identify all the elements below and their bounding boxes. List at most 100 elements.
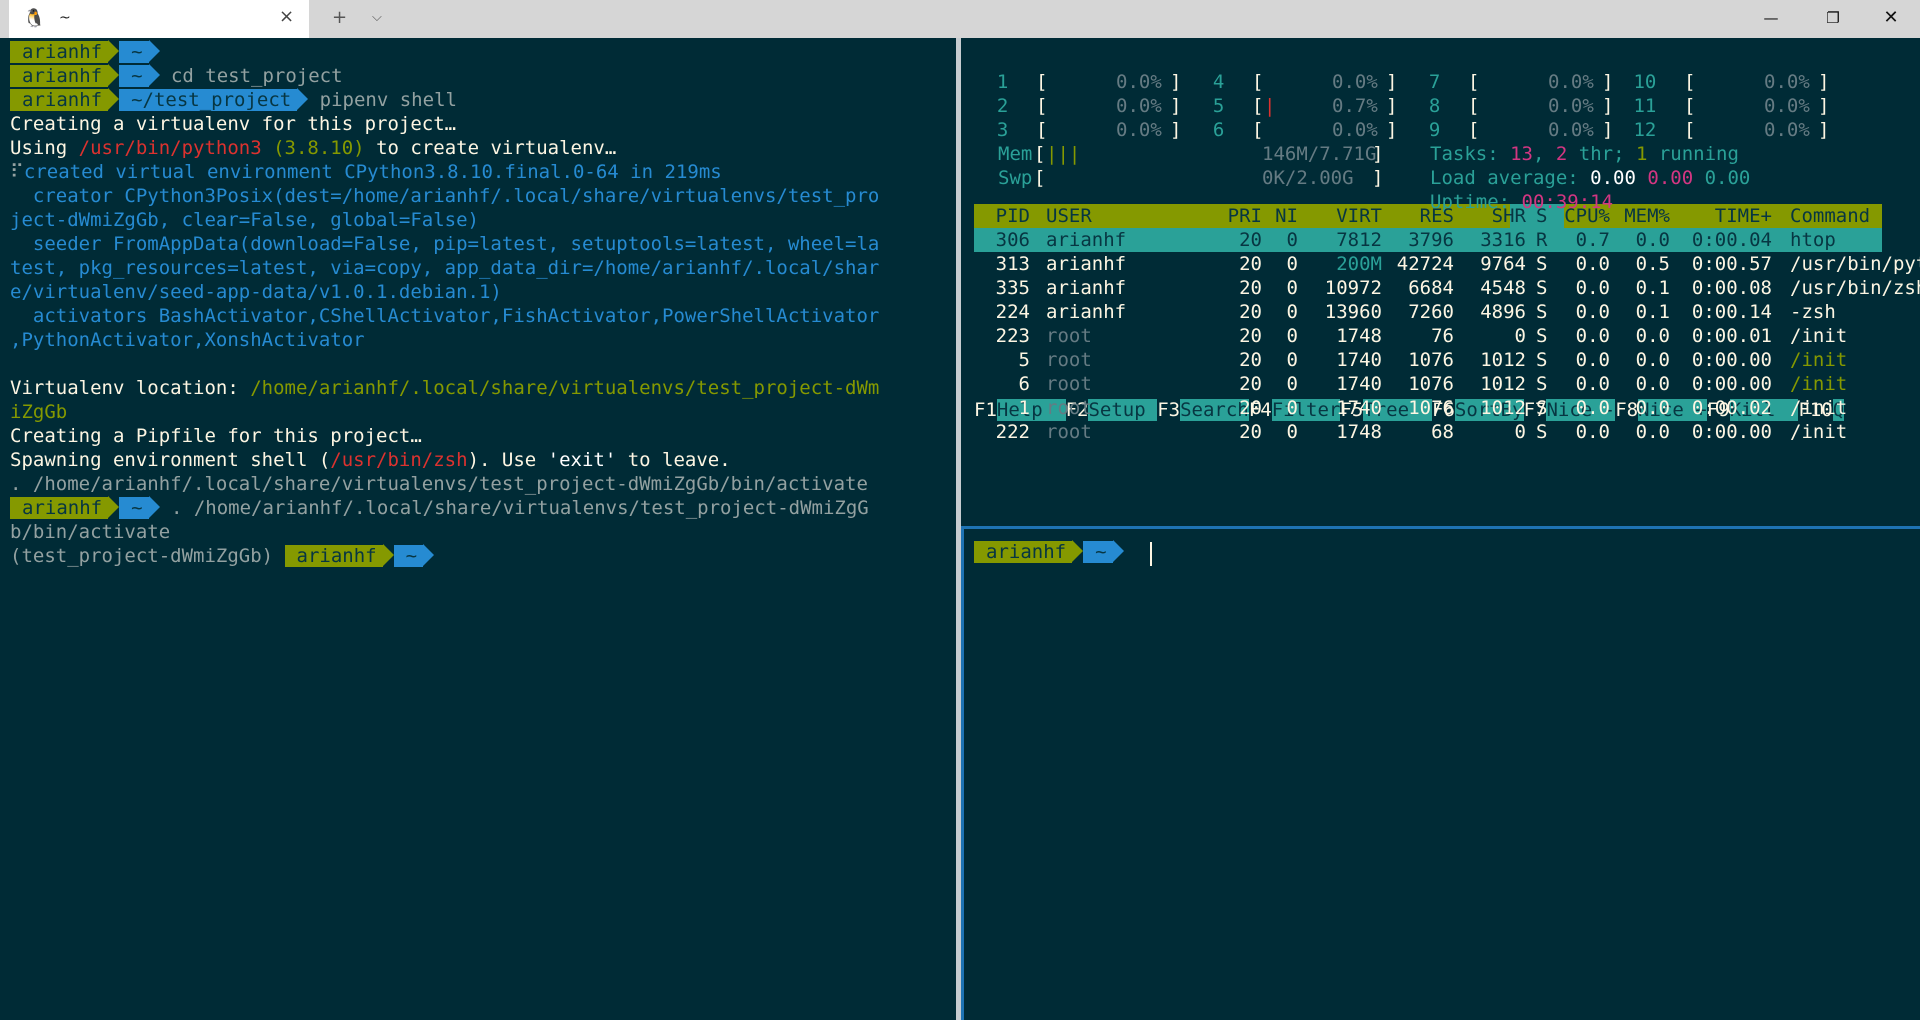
cpu-bracket-open: [	[1036, 71, 1048, 93]
restore-icon[interactable]: ❐	[1810, 0, 1856, 36]
process-cell: 306	[995, 229, 1030, 251]
cpu-percent: 0.0%	[1332, 119, 1378, 141]
process-cell: 7260	[1408, 301, 1454, 323]
process-cell: 0.0	[1575, 253, 1610, 275]
process-cell: 0.0	[1575, 349, 1610, 371]
cpu-number: 8	[1406, 95, 1441, 117]
swp-bracket-close: ]	[1372, 167, 1384, 189]
prompt-user: arianhf	[10, 65, 109, 87]
output-text: (3.8.10)	[261, 137, 365, 159]
function-key-label: Filter	[1271, 399, 1341, 421]
process-cell: /init	[1790, 397, 1848, 419]
process-cell: /init	[1790, 325, 1848, 347]
output-text: ,PythonActivator,XonshActivator	[10, 329, 365, 351]
process-cell: 20	[1239, 253, 1262, 275]
process-cell: arianhf	[1046, 229, 1127, 251]
bottom-terminal-pane[interactable]: arianhf ~	[964, 532, 1920, 1020]
terminal-line: test, pkg_resources=latest, via=copy, ap…	[10, 256, 879, 280]
process-cell: R	[1536, 229, 1548, 251]
htop-pane[interactable]: 1[0.0%] 2[0.0%] 3[0.0%] 4[0.0%] 5[| 0.7%]…	[964, 38, 1920, 526]
prompt-dir: ~	[119, 65, 149, 87]
column-header: S	[1536, 205, 1548, 227]
close-window-icon[interactable]: ✕	[1868, 0, 1914, 36]
process-cell: 0	[1514, 325, 1526, 347]
terminal-line: ⠏created virtual environment CPython3.8.…	[10, 160, 722, 184]
cpu-bracket-open: [	[1252, 95, 1264, 117]
function-key[interactable]: F3Search	[1157, 398, 1249, 422]
terminal-tab[interactable]: 🐧 ~ ×	[9, 0, 309, 38]
prompt-arrow	[148, 40, 160, 62]
title-bar: 🐧 ~ × + ⌵ — ❐ ✕	[0, 0, 1920, 38]
process-cell: 20	[1239, 229, 1262, 251]
close-tab-icon[interactable]: ×	[279, 6, 294, 27]
process-cell: 0.5	[1635, 253, 1670, 275]
new-tab-plus-icon[interactable]: +	[332, 5, 347, 31]
prompt-arrow	[148, 64, 160, 86]
process-cell: 0.7	[1575, 229, 1610, 251]
process-cell: S	[1536, 397, 1548, 419]
cpu-bracket-close: ]	[1602, 95, 1614, 117]
output-text: ). Use	[467, 449, 548, 471]
process-cell: 0.0	[1575, 301, 1610, 323]
cpu-bracket-close: ]	[1386, 95, 1398, 117]
process-cell: S	[1536, 277, 1548, 299]
process-cell: root	[1046, 373, 1092, 395]
cpu-number: 5	[1190, 95, 1225, 117]
cpu-number: 9	[1406, 119, 1441, 141]
column-header: Command	[1790, 205, 1871, 227]
tasks-count: 13	[1510, 143, 1533, 165]
cpu-bracket-close: ]	[1818, 119, 1830, 141]
minimize-icon[interactable]: —	[1748, 0, 1794, 36]
output-text: test, pkg_resources=latest, via=copy, ap…	[10, 257, 880, 279]
process-cell: 1076	[1408, 397, 1454, 419]
prompt-dir: ~	[119, 497, 149, 519]
swp-label: Swp	[998, 167, 1033, 189]
process-cell: 20	[1239, 277, 1262, 299]
terminal-line: e/virtualenv/seed-app-data/v1.0.1.debian…	[10, 280, 502, 304]
prompt-dir: ~	[119, 41, 149, 63]
cpu-percent: 0.0%	[1548, 71, 1594, 93]
process-cell: 1748	[1336, 325, 1382, 347]
column-header: CPU%	[1564, 205, 1610, 227]
process-cell: 5	[1018, 349, 1030, 371]
process-cell: 4896	[1480, 301, 1526, 323]
cpu-number: 7	[1406, 71, 1441, 93]
process-cell: 0:00.08	[1691, 277, 1772, 299]
terminal-line: (test_project-dWmiZgGb) arianhf ~	[10, 544, 435, 568]
process-cell: S	[1536, 301, 1548, 323]
prompt-user: arianhf	[974, 541, 1073, 563]
cpu-bracket-open: [	[1468, 71, 1480, 93]
process-cell: /usr/bin/pyth	[1790, 253, 1920, 275]
dropdown-chevron-icon[interactable]: ⌵	[372, 5, 382, 31]
bottom-prompt: arianhf ~	[974, 540, 1124, 564]
process-cell: 76	[1431, 325, 1454, 347]
process-cell: 0.0	[1575, 277, 1610, 299]
process-cell: 0	[1286, 397, 1298, 419]
output-text: b/bin/activate	[10, 521, 171, 543]
terminal-line: arianhf ~ cd test_project	[10, 64, 343, 88]
process-cell: 0:00.01	[1691, 325, 1772, 347]
process-cell: S	[1536, 421, 1548, 443]
output-text: . /home/arianhf/.local/share/virtualenvs…	[10, 473, 868, 495]
process-cell: 13960	[1324, 301, 1382, 323]
process-cell: 1076	[1408, 349, 1454, 371]
cpu-bracket-open: [	[1252, 119, 1264, 141]
cpu-bracket-open: [	[1468, 119, 1480, 141]
process-cell: 0:00.00	[1691, 373, 1772, 395]
terminal-line: arianhf ~	[10, 40, 160, 64]
process-cell: 335	[995, 277, 1030, 299]
output-text: seeder FromAppData(download=False, pip=l…	[10, 233, 880, 255]
process-cell: 0	[1514, 421, 1526, 443]
output-text: Using	[10, 137, 79, 159]
process-cell: arianhf	[1046, 277, 1127, 299]
process-cell: 0.0	[1635, 373, 1670, 395]
process-cell: 1012	[1480, 397, 1526, 419]
cpu-percent: 0.0%	[1548, 119, 1594, 141]
left-terminal-pane[interactable]: arianhf ~ arianhf ~ cd test_project arianhf ~…	[0, 38, 956, 1020]
output-text: iZgGb	[10, 401, 68, 423]
terminal-line: seeder FromAppData(download=False, pip=l…	[10, 232, 880, 256]
prompt-arrow	[382, 544, 394, 566]
column-header: PRI	[1227, 205, 1262, 227]
process-cell: 0	[1286, 277, 1298, 299]
process-cell: 0.0	[1575, 373, 1610, 395]
